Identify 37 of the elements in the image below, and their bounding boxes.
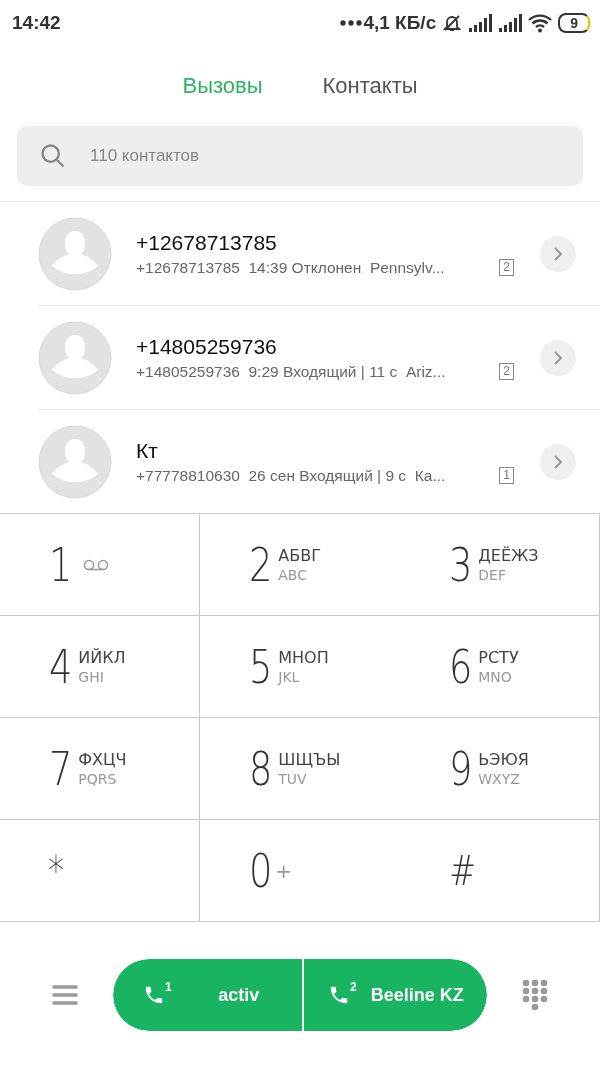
dial-key[interactable]: # [400,820,600,922]
menu-icon [52,984,78,1006]
details-button[interactable] [540,443,576,480]
chevron-icon [553,245,563,262]
more-notifications-icon [340,20,363,26]
call-details: +14805259736 9:29 Входящий | 11 с Ariz... [136,362,447,381]
chevron-icon [553,349,563,366]
dial-key[interactable]: 1 [0,514,200,616]
menu-button[interactable] [52,984,78,1006]
muted-bell-icon [442,13,463,33]
caller-name: Кт [136,438,159,463]
sim-number: 2 [499,363,514,380]
clock-time: 14:42 [12,12,61,34]
battery-level: 9 [558,13,590,33]
dialpad-button[interactable] [522,979,548,1011]
sim-number: 1 [499,467,514,484]
search-icon [39,142,67,170]
wifi-icon [528,13,553,33]
avatar-icon [38,216,112,291]
dialpad-icon [522,979,548,1011]
search-field[interactable]: 110 контактов [17,126,583,186]
avatar-icon [38,320,112,395]
network-speed: 4,1 КБ/с [363,12,437,34]
avatar-icon [38,424,112,499]
caller-name: +14805259736 [136,334,278,359]
signal-icon [498,14,523,32]
chevron-icon [553,453,563,470]
details-button[interactable] [540,339,576,376]
sim-number: 2 [499,259,514,276]
tab[interactable]: Контакты [322,69,418,103]
call-details: +12678713785 14:39 Отклонен Pennsylv... [136,258,446,277]
signal-icon [468,14,493,32]
dial-key[interactable]: * [0,820,200,922]
voicemail-icon [83,558,110,571]
call-details: +77778810630 26 сен Входящий | 9 с Ка... [136,466,447,485]
caller-name: +12678713785 [136,230,278,255]
details-button[interactable] [540,235,576,272]
